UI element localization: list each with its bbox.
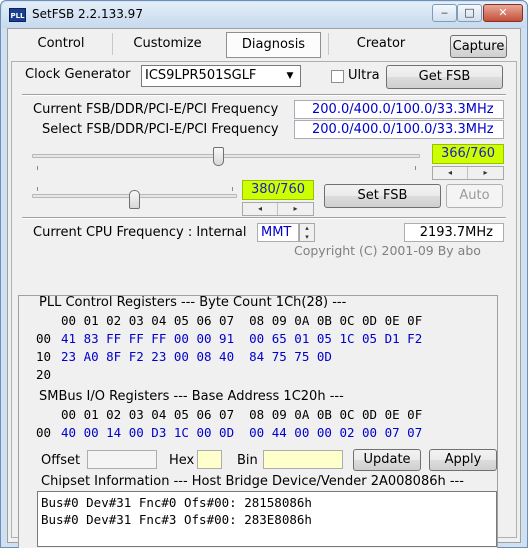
maximize-button[interactable]: □ — [457, 4, 482, 22]
setfsb-window: PLL SetFSB 2.2.133.97 ‒ □ ✕ Control Cust… — [0, 0, 528, 548]
fsb-readout: 366/760 — [432, 144, 504, 164]
pll-row-bytes[interactable]: 23 A0 8F F2 23 00 08 40 84 75 75 0D — [61, 349, 332, 364]
tab-creator[interactable]: Creator — [336, 32, 426, 58]
chipset-line: Bus#0 Dev#31 Fnc#3 Ofs#00: 283E8086h — [41, 512, 312, 527]
clock-generator-select[interactable]: ICS9LPR501SGLF ▼ — [141, 65, 301, 87]
current-frequency-label: Current FSB/DDR/PCI-E/PCI Frequency — [33, 102, 279, 117]
get-fsb-button[interactable]: Get FSB — [386, 65, 503, 89]
tab-control[interactable]: Control — [16, 32, 106, 58]
title-bar[interactable]: PLL SetFSB 2.2.133.97 ‒ □ ✕ — [2, 2, 526, 28]
bin-label: Bin — [237, 453, 258, 468]
current-frequency-value: 200.0/400.0/100.0/33.3MHz — [294, 100, 504, 119]
smbus-row-bytes[interactable]: 40 00 14 00 D3 1C 00 0D 00 44 00 00 02 0… — [61, 425, 422, 440]
slider-thumb[interactable] — [213, 147, 224, 166]
divider — [22, 94, 506, 96]
divider — [22, 217, 506, 219]
chevron-down-icon: ▼ — [286, 71, 294, 81]
tab-divider — [328, 33, 329, 55]
cpu-mode-spinner[interactable]: ▴ ▾ — [299, 223, 315, 242]
slider-tick — [232, 187, 233, 191]
slider-track — [32, 154, 420, 158]
pll-row-bytes[interactable]: 41 83 FF FF FF 00 00 91 00 65 01 05 1C 0… — [61, 331, 422, 346]
pll-row-addr: 10 — [36, 349, 52, 364]
minimize-button[interactable]: ‒ — [432, 4, 457, 22]
pll-column-header: 00 01 02 03 04 05 06 07 08 09 0A 0B 0C 0… — [61, 313, 423, 328]
hex-field[interactable] — [197, 450, 222, 469]
arrow-left-icon[interactable]: ◂ — [243, 203, 278, 215]
capture-button[interactable]: Capture — [450, 35, 507, 58]
main-panel: Control Customize Diagnosis Creator Capt… — [7, 28, 521, 548]
slider-thumb[interactable] — [129, 190, 140, 209]
apply-button[interactable]: Apply — [429, 449, 497, 471]
clock-generator-label: Clock Generator — [25, 67, 131, 82]
chipset-header: Chipset Information --- Host Bridge Devi… — [41, 474, 464, 489]
pll-header: PLL Control Registers --- Byte Count 1Ch… — [39, 295, 347, 310]
ultra-checkbox[interactable] — [331, 70, 344, 83]
arrow-right-icon[interactable]: ▸ — [278, 203, 313, 215]
copyright-text: Copyright (C) 2001-09 By abo — [294, 243, 481, 258]
tab-divider — [112, 33, 113, 55]
tab-customize[interactable]: Customize — [120, 32, 215, 58]
chipset-info-box: Bus#0 Dev#31 Fnc#0 Ofs#00: 28158086h Bus… — [37, 491, 497, 547]
slider-ticks — [32, 166, 420, 171]
pll-readout: 380/760 — [242, 180, 314, 200]
window-title: SetFSB 2.2.133.97 — [32, 7, 143, 21]
cpu-mode-field[interactable]: MMT — [257, 223, 299, 242]
offset-field[interactable] — [87, 450, 157, 469]
registers-panel: PLL Control Registers --- Byte Count 1Ch… — [18, 295, 498, 548]
fsb-spinner[interactable]: ◂ ▸ — [432, 166, 504, 180]
tab-diagnosis[interactable]: Diagnosis — [226, 32, 321, 58]
smbus-column-header: 00 01 02 03 04 05 06 07 08 09 0A 0B 0C 0… — [61, 407, 423, 422]
select-frequency-label: Select FSB/DDR/PCI-E/PCI Frequency — [42, 122, 279, 137]
pll-row-addr: 00 — [36, 331, 52, 346]
set-fsb-button[interactable]: Set FSB — [324, 184, 441, 208]
arrow-right-icon[interactable]: ▸ — [468, 167, 503, 179]
pll-spinner[interactable]: ◂ ▸ — [242, 202, 314, 216]
bin-field[interactable] — [263, 450, 343, 469]
update-button[interactable]: Update — [353, 449, 421, 471]
slider-tick — [37, 166, 38, 170]
arrow-left-icon[interactable]: ◂ — [433, 167, 468, 179]
arrow-up-icon[interactable]: ▴ — [300, 224, 314, 233]
slider-tick — [37, 187, 38, 191]
clock-generator-value: ICS9LPR501SGLF — [145, 68, 257, 83]
hex-label: Hex — [169, 453, 195, 468]
offset-label: Offset — [41, 453, 81, 468]
pll-row-addr: 20 — [36, 367, 52, 382]
smbus-row-addr: 00 — [36, 425, 52, 440]
cpu-frequency-label: Current CPU Frequency : Internal — [33, 225, 247, 240]
select-frequency-value: 200.0/400.0/100.0/33.3MHz — [294, 120, 504, 139]
pll-app-icon: PLL — [9, 8, 26, 22]
fsb-slider[interactable] — [32, 144, 420, 174]
tab-frame: Clock Generator ICS9LPR501SGLF ▼ Ultra G… — [11, 61, 517, 548]
smbus-header: SMBus I/O Registers --- Base Address 1C2… — [39, 389, 344, 404]
chipset-line: Bus#0 Dev#31 Fnc#0 Ofs#00: 28158086h — [41, 495, 312, 510]
auto-button[interactable]: Auto — [446, 184, 503, 208]
cpu-frequency-value: 2193.7MHz — [404, 223, 504, 242]
arrow-down-icon[interactable]: ▾ — [300, 233, 314, 242]
slider-tick — [415, 166, 416, 170]
close-button[interactable]: ✕ — [483, 4, 523, 22]
pll-slider[interactable] — [32, 184, 237, 214]
ultra-label: Ultra — [348, 68, 380, 83]
